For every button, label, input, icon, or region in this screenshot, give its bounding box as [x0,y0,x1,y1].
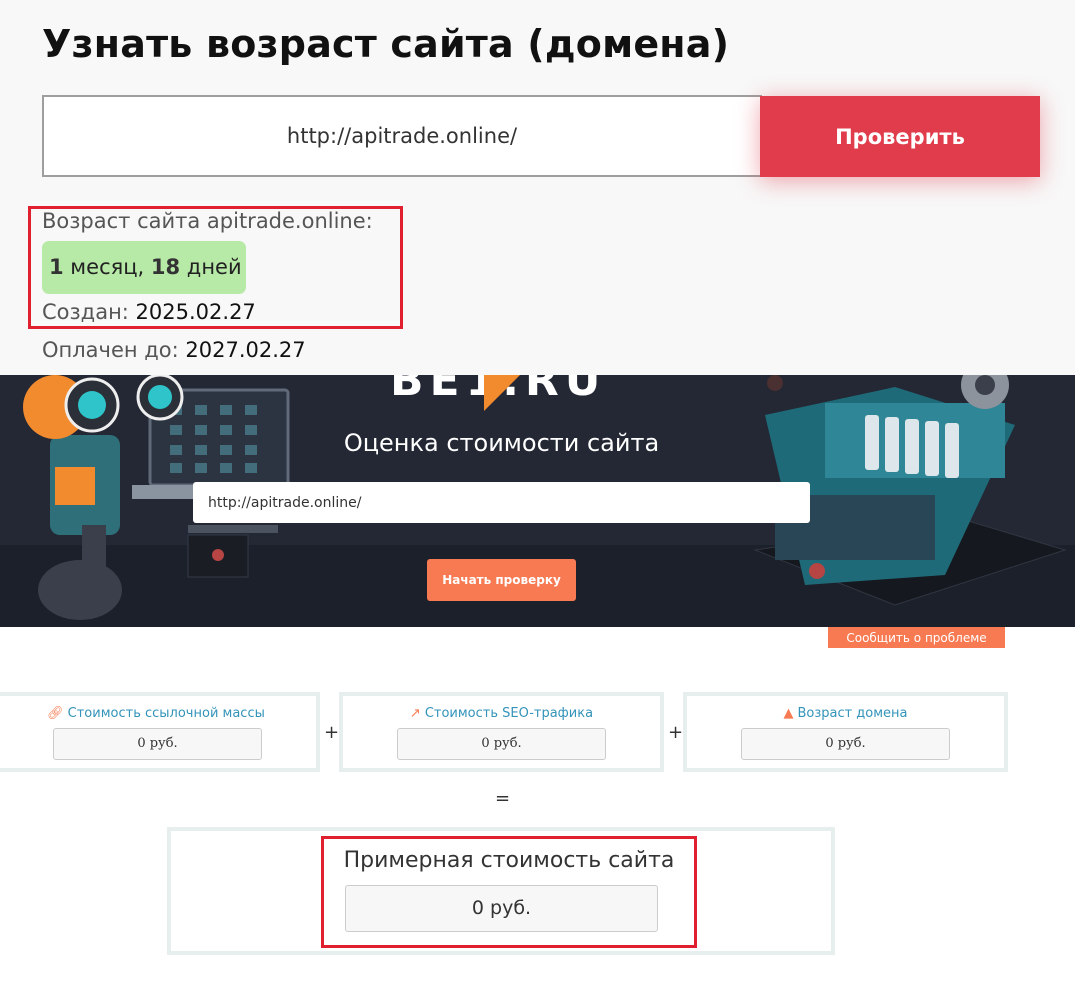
age-days-value: 18 [150,255,181,279]
age-checker-section: Узнать возраст сайта (домена) Проверить … [0,0,1075,375]
cost-card-title-text: Стоимость ссылочной массы [67,706,265,721]
cost-card-value: 0 руб. [397,728,606,760]
created-value: 2025.02.27 [135,300,256,324]
robot-lens-left [78,391,106,419]
speaker-inner [975,375,995,395]
robot-chest [55,467,95,505]
age-days-word: дней [180,255,242,279]
age-months-value: 1 [49,255,64,279]
site-url-input[interactable] [193,482,810,523]
cost-card-title: 🔗︎ Стоимость ссылочной массы [0,706,316,721]
site-value-banner: BE1.RU Оценка стоимости сайта Начать про… [0,375,1075,627]
stand-dot [212,549,224,561]
start-check-button[interactable]: Начать проверку [427,559,576,601]
graduation-cap-icon: ▲ [783,706,794,721]
cost-card-title-text: Возраст домена [797,706,908,721]
equals-operator: = [495,788,511,809]
cost-card-title-text: Стоимость SEO-трафика [424,706,594,721]
link-icon: 🔗︎ [47,706,64,721]
laptop-stand [188,525,278,533]
created-label: Создан: [42,300,136,324]
page-title: Узнать возраст сайта (домена) [42,22,730,66]
created-date: Создан: 2025.02.27 [42,300,256,324]
total-cost-value: 0 руб. [345,885,658,932]
register-light [809,563,825,579]
plus-operator: + [668,722,684,743]
cost-card-value: 0 руб. [741,728,950,760]
age-result-label: Возраст сайта apitrade.online: [42,209,373,233]
check-button[interactable]: Проверить [760,96,1040,177]
cost-card-title: ↗ Стоимость SEO-трафика [343,706,660,721]
robot-wheel [38,560,122,620]
banner-title: Оценка стоимости сайта [343,429,660,457]
robot-lens-right [148,385,172,409]
cost-card-value: 0 руб. [53,728,262,760]
trend-icon: ↗ [409,706,421,721]
logo-arrow-icon [484,375,520,411]
cost-card-title: ▲ Возраст домена [687,706,1004,721]
cost-card-seo-traffic: ↗ Стоимость SEO-трафика 0 руб. [339,692,664,772]
paid-label: Оплачен до: [42,338,186,362]
age-result-badge: 1 месяц, 18 дней [42,241,246,294]
age-months-word: месяц, [63,255,151,279]
cost-card-links: 🔗︎ Стоимость ссылочной массы 0 руб. [0,692,320,772]
domain-url-input[interactable] [42,95,762,177]
report-problem-button[interactable]: Сообщить о проблеме [828,627,1005,648]
wall-light [767,375,783,391]
paid-value: 2027.02.27 [185,338,306,362]
plus-operator: + [324,722,340,743]
total-cost-title: Примерная стоимость сайта [343,848,675,873]
cost-card-domain-age: ▲ Возраст домена 0 руб. [683,692,1008,772]
paid-until-date: Оплачен до: 2027.02.27 [42,338,306,362]
